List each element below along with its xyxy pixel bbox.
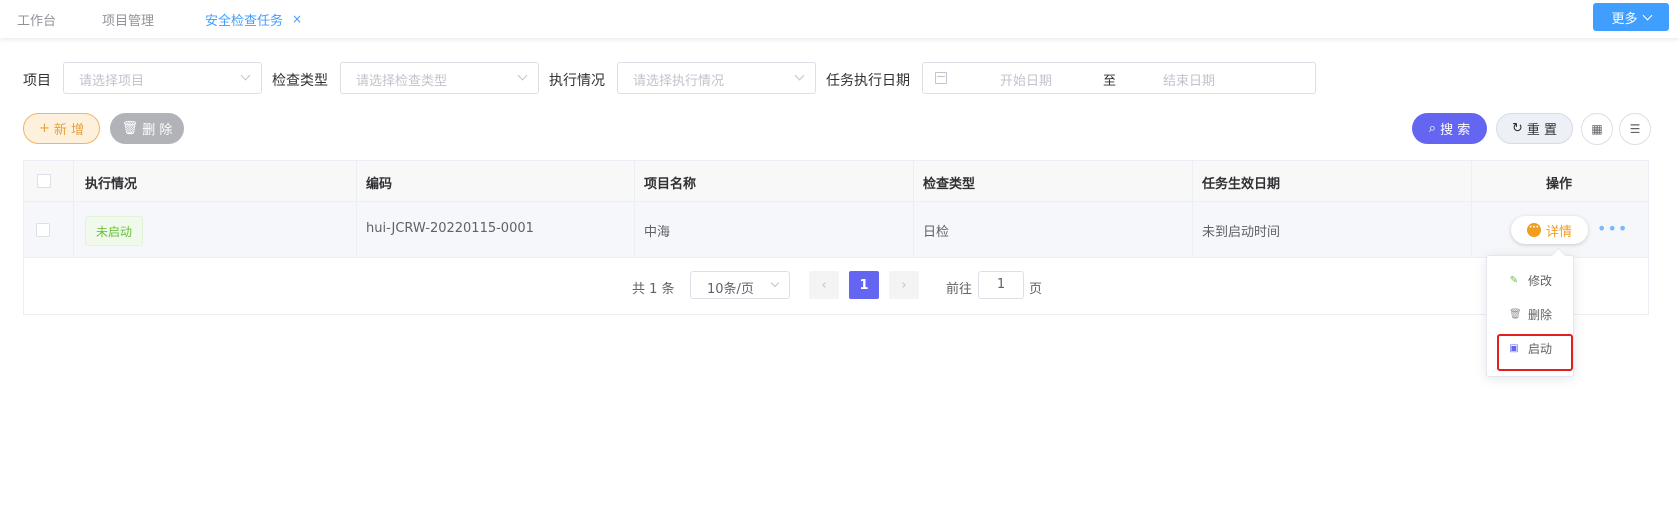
date-end-input[interactable]: 结束日期 — [1163, 70, 1215, 89]
exec-status-select[interactable]: 请选择执行情况 — [617, 62, 816, 94]
project-select[interactable]: 请选择项目 — [63, 62, 262, 94]
column-header-code: 编码 — [366, 177, 393, 192]
detail-button-label: 详情 — [1545, 224, 1572, 240]
chevron-down-icon — [517, 70, 528, 81]
column-header-actions: 操作 — [1546, 177, 1573, 192]
page-number-current[interactable]: 1 — [849, 271, 879, 299]
status-badge: 未启动 — [85, 216, 144, 246]
chevron-right-icon: › — [901, 277, 907, 293]
date-filter-label: 任务执行日期 — [826, 73, 910, 89]
search-icon: ⌕ — [1428, 121, 1437, 136]
edit-icon: ✎ — [1509, 274, 1519, 286]
date-range-separator: 至 — [1103, 74, 1117, 89]
page-size-select[interactable]: 10条/页 — [690, 271, 790, 299]
cell-project-name: 中海 — [644, 225, 671, 240]
add-button[interactable]: + 新 增 — [23, 113, 100, 144]
tab-workbench[interactable]: 工作台 — [17, 10, 56, 29]
date-range-picker[interactable]: 开始日期 至 结束日期 — [922, 62, 1316, 94]
pagination-total: 共 1 条 — [632, 282, 675, 297]
calendar-icon — [935, 72, 947, 84]
delete-button[interactable]: 🗑 删 除 — [110, 113, 184, 144]
chevron-down-icon — [240, 70, 251, 81]
check-type-select-placeholder: 请选择检查类型 — [356, 74, 448, 89]
column-divider — [356, 161, 357, 258]
check-type-select[interactable]: 请选择检查类型 — [340, 62, 539, 94]
chevron-down-icon — [794, 70, 805, 81]
delete-button-label: 删 除 — [142, 123, 173, 138]
date-start-input[interactable]: 开始日期 — [1000, 70, 1052, 89]
column-divider — [1471, 161, 1472, 258]
highlight-box — [1497, 334, 1573, 371]
column-divider — [73, 161, 74, 258]
dropdown-item-edit-label: 修改 — [1528, 273, 1553, 288]
trash-icon: 🗑 — [1509, 308, 1522, 320]
next-page-button[interactable]: › — [889, 271, 919, 299]
chevron-down-icon — [1642, 10, 1652, 20]
cell-code: hui-JCRW-20220115-0001 — [366, 221, 534, 236]
goto-page-input[interactable]: 1 — [978, 271, 1024, 299]
column-settings-button[interactable]: ☰ — [1619, 113, 1651, 145]
more-circle-icon: ··· — [1526, 223, 1541, 237]
column-divider — [634, 161, 635, 258]
cell-check-type: 日检 — [923, 225, 950, 240]
row-checkbox[interactable] — [36, 223, 50, 237]
column-header-effective-date: 任务生效日期 — [1202, 177, 1281, 192]
refresh-icon: ↻ — [1511, 121, 1523, 136]
column-divider — [1192, 161, 1193, 258]
column-header-project-name: 项目名称 — [644, 177, 697, 192]
cell-effective-date: 未到启动时间 — [1202, 225, 1281, 240]
column-header-status: 执行情况 — [85, 177, 138, 192]
goto-label: 前往 — [946, 282, 973, 297]
table-header: 执行情况 编码 项目名称 检查类型 任务生效日期 操作 — [24, 161, 1648, 202]
project-select-placeholder: 请选择项目 — [79, 74, 145, 89]
table-row[interactable]: 未启动 hui-JCRW-20220115-0001 中海 日检 未到启动时间 … — [24, 202, 1648, 258]
top-tab-bar: 工作台 项目管理 安全检查任务 × 更多 — [0, 0, 1679, 38]
chevron-left-icon: ‹ — [821, 277, 827, 293]
tab-project-management[interactable]: 项目管理 — [102, 10, 154, 29]
chevron-down-icon — [770, 278, 780, 288]
plus-icon: + — [38, 121, 50, 136]
exec-status-select-placeholder: 请选择执行情况 — [633, 74, 725, 89]
page-suffix-label: 页 — [1029, 282, 1043, 297]
search-button[interactable]: ⌕ 搜 索 — [1412, 113, 1487, 144]
more-button[interactable]: 更多 — [1593, 3, 1669, 31]
tab-safety-inspection-task[interactable]: 安全检查任务 — [205, 10, 283, 29]
more-button-label: 更多 — [1611, 11, 1638, 27]
project-filter-label: 项目 — [23, 73, 51, 89]
column-header-check-type: 检查类型 — [923, 177, 976, 192]
column-grid-button[interactable]: ▦ — [1581, 113, 1613, 145]
page-size-value: 10条/页 — [707, 282, 754, 297]
dropdown-item-delete-label: 删除 — [1528, 307, 1553, 322]
prev-page-button[interactable]: ‹ — [809, 271, 839, 299]
dropdown-item-edit[interactable]: ✎ 修改 — [1487, 267, 1573, 293]
filter-settings-icon: ☰ — [1629, 122, 1641, 136]
grid-icon: ▦ — [1591, 122, 1603, 136]
task-table: 执行情况 编码 项目名称 检查类型 任务生效日期 操作 未启动 hui-JCRW… — [23, 160, 1649, 315]
check-type-filter-label: 检查类型 — [272, 73, 328, 89]
detail-button[interactable]: ··· 详情 — [1511, 216, 1588, 244]
reset-button-label: 重 置 — [1526, 123, 1558, 138]
exec-status-filter-label: 执行情况 — [549, 73, 605, 89]
dropdown-item-delete[interactable]: 🗑 删除 — [1487, 301, 1573, 327]
search-button-label: 搜 索 — [1440, 123, 1471, 138]
select-all-checkbox[interactable] — [37, 174, 51, 188]
column-divider — [913, 161, 914, 258]
add-button-label: 新 增 — [53, 123, 85, 138]
reset-button[interactable]: ↻ 重 置 — [1496, 113, 1573, 144]
tab-close-icon[interactable]: × — [292, 12, 302, 26]
more-actions-icon[interactable]: ••• — [1597, 219, 1628, 238]
trash-icon: 🗑 — [121, 121, 139, 136]
